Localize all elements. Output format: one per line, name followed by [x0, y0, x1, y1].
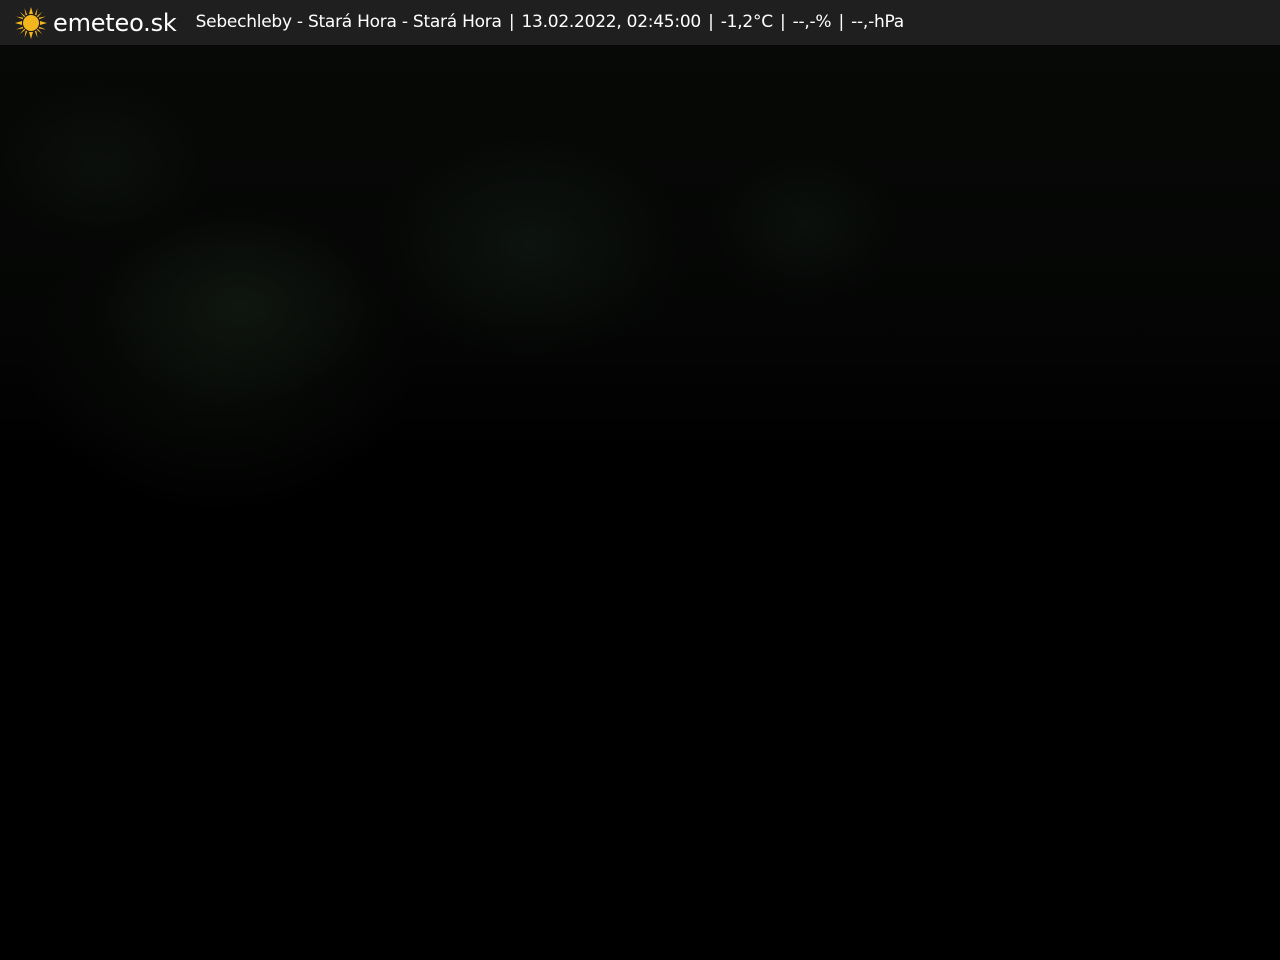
humidity-value: --,-% [792, 12, 832, 32]
separator: | [708, 12, 714, 32]
brand-logo: emeteo.sk [14, 6, 177, 40]
sun-icon [15, 6, 47, 39]
location-text: Sebechleby - Stará Hora - Stará Hora [195, 12, 502, 32]
pressure-value: --,-hPa [851, 12, 904, 32]
separator: | [779, 12, 786, 32]
datetime-text: 13.02.2022, 02:45:00 [521, 12, 701, 32]
webcam-night-image [0, 45, 1280, 960]
separator: | [838, 12, 845, 32]
station-info: Sebechleby - Stará Hora - Stará Hora | 1… [195, 12, 905, 32]
temperature-value: -1,2°C [720, 12, 773, 32]
info-bar: emeteo.sk Sebechleby - Stará Hora - Star… [0, 0, 1280, 45]
webcam-page: emeteo.sk Sebechleby - Stará Hora - Star… [0, 0, 1280, 960]
separator: | [508, 12, 515, 32]
brand-name: emeteo.sk [53, 8, 177, 37]
